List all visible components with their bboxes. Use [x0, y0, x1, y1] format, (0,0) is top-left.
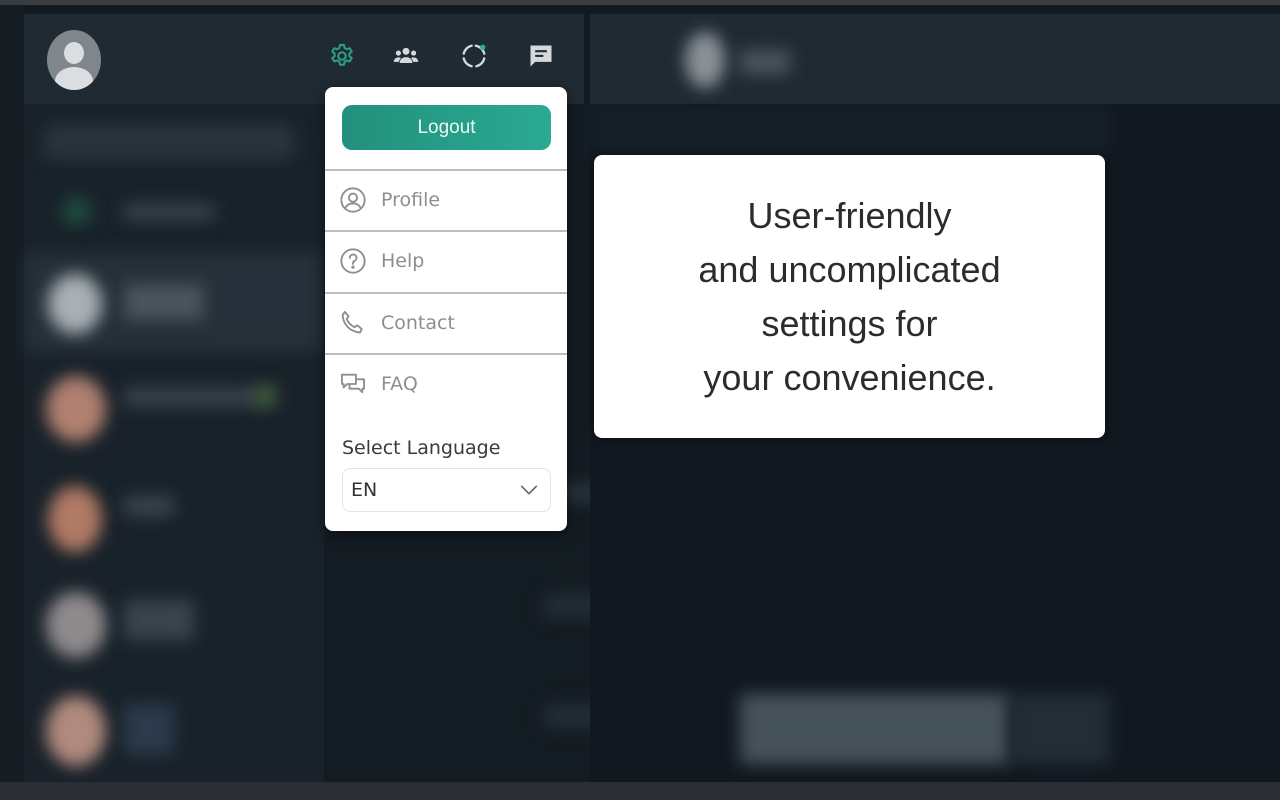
- window-left-edge: [0, 5, 24, 782]
- window-bottom-edge: [0, 782, 1280, 800]
- contact-name-blurred: [740, 50, 790, 74]
- chat-name-blurred: [124, 496, 174, 516]
- message-bubble-blurred: [740, 694, 1010, 764]
- new-chat-icon[interactable]: [525, 40, 557, 72]
- chat-name-blurred: [124, 704, 174, 754]
- menu-item-label: Contact: [381, 312, 455, 334]
- app-screen: Logout Profile Help Contact FAQ Select L…: [0, 0, 1280, 800]
- chevron-down-icon: [520, 485, 538, 495]
- archived-label-blurred: [124, 204, 214, 220]
- callout-line: your convenience.: [703, 356, 996, 398]
- menu-item-help[interactable]: Help: [325, 230, 567, 290]
- callout-line: and uncomplicated: [698, 248, 1001, 290]
- callout-line: User-friendly: [747, 194, 952, 236]
- settings-icon[interactable]: [326, 40, 358, 72]
- chat-avatar-blurred[interactable]: [46, 696, 106, 766]
- chat-name-blurred: [124, 388, 264, 406]
- settings-menu: Logout Profile Help Contact FAQ Select L…: [325, 87, 567, 531]
- menu-item-contact[interactable]: Contact: [325, 292, 567, 352]
- menu-item-profile[interactable]: Profile: [325, 169, 567, 229]
- chat-avatar-blurred[interactable]: [46, 376, 106, 442]
- chat-avatar-blurred[interactable]: [46, 592, 106, 658]
- language-select[interactable]: EN: [342, 468, 551, 512]
- avatar-body: [55, 67, 93, 90]
- logout-button[interactable]: Logout: [342, 105, 551, 150]
- language-value: EN: [351, 479, 378, 501]
- profile-icon: [339, 186, 367, 214]
- menu-item-label: Profile: [381, 189, 441, 211]
- phone-icon: [339, 309, 367, 337]
- help-icon: [339, 247, 367, 275]
- message-bubble-blurred: [1010, 694, 1110, 764]
- search-bar-blurred: [44, 124, 294, 160]
- wallpaper-pattern: [590, 104, 1110, 154]
- chat-list-panel: [24, 104, 324, 782]
- window-top-edge: [0, 0, 1280, 5]
- unread-badge-blurred: [254, 384, 278, 408]
- chat-header: [590, 14, 1280, 104]
- communities-icon[interactable]: [390, 40, 422, 72]
- chat-name-blurred: [124, 600, 194, 640]
- chat-name-blurred: [124, 284, 204, 320]
- callout-line: settings for: [761, 302, 938, 344]
- menu-item-faq[interactable]: FAQ: [325, 353, 567, 413]
- feature-callout: User-friendly and uncomplicated settings…: [594, 155, 1105, 438]
- menu-item-label: Help: [381, 250, 425, 272]
- status-icon[interactable]: [458, 40, 490, 72]
- chat-avatar-blurred[interactable]: [48, 486, 102, 552]
- chat-avatar-blurred[interactable]: [48, 274, 102, 334]
- contact-avatar-blurred[interactable]: [685, 32, 725, 88]
- avatar-head: [64, 42, 84, 64]
- archived-icon-blurred: [62, 196, 92, 226]
- menu-item-label: FAQ: [381, 373, 418, 395]
- user-avatar[interactable]: [47, 30, 101, 90]
- faq-icon: [339, 370, 367, 398]
- language-label: Select Language: [342, 437, 501, 459]
